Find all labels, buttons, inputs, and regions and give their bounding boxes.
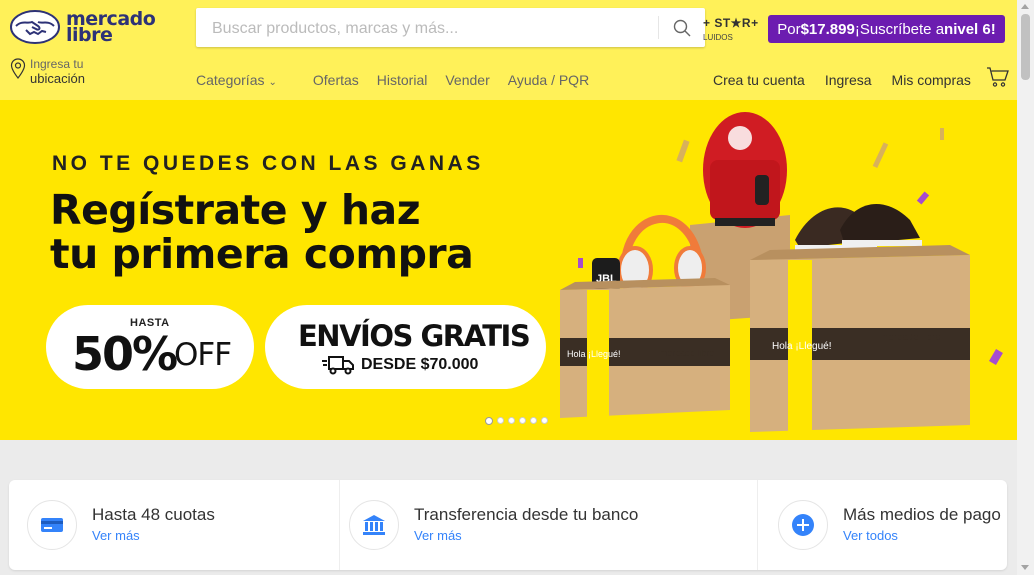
handshake-logo-icon — [10, 10, 60, 44]
search-input[interactable] — [210, 8, 654, 49]
carousel-dots — [485, 417, 552, 425]
free-shipping-subtitle: DESDE $70.000 — [361, 356, 479, 373]
carousel-dot-1[interactable] — [485, 417, 493, 425]
payment-installments[interactable]: Hasta 48 cuotas Ver más — [9, 480, 339, 570]
banner-title: Regístrate y haz tu primera compra — [50, 186, 474, 278]
page-scrollbar[interactable] — [1017, 0, 1034, 575]
payment-installments-link[interactable]: Ver más — [92, 528, 140, 543]
star-plus-sublabel: LUIDOS — [703, 33, 733, 42]
discount-off: OFF — [174, 337, 232, 373]
payment-methods-card: Hasta 48 cuotas Ver más Transferencia de… — [9, 480, 1007, 570]
promo-level: nivel 6 — [944, 20, 991, 38]
promo-price: $17.899 — [800, 20, 855, 38]
mercadolibre-logo[interactable]: mercado libre — [10, 10, 156, 45]
left-box: Hola ¡Llegué! mercado libre — [560, 278, 730, 418]
banner-title-line1: Regístrate y haz — [50, 186, 421, 234]
bank-icon — [349, 500, 399, 550]
discount-pill: HASTA 50% OFF — [46, 305, 254, 389]
sneakers-product — [795, 203, 922, 251]
search-bar — [196, 8, 705, 49]
carousel-dot-4[interactable] — [519, 417, 526, 424]
cart-icon[interactable] — [986, 66, 1010, 88]
location-selector[interactable]: Ingresa tu ubicación — [10, 58, 85, 87]
credit-card-icon — [27, 500, 77, 550]
banner-title-line2: tu primera compra — [50, 230, 474, 278]
chevron-down-icon: ⌄ — [268, 77, 277, 88]
payment-installments-title: Hasta 48 cuotas — [92, 505, 215, 524]
scroll-up-arrow-icon[interactable] — [1021, 4, 1029, 9]
search-icon — [673, 19, 691, 36]
payment-more-methods-title: Más medios de pago — [843, 505, 1001, 524]
hero-banner[interactable]: NO TE QUEDES CON LAS GANAS Regístrate y … — [0, 100, 1017, 440]
login-link[interactable]: Ingresa — [825, 72, 872, 88]
user-nav: Crea tu cuenta Ingresa Mis compras — [713, 72, 991, 88]
right-box: Hola ¡Llegué! mercado libre — [750, 245, 970, 432]
location-pin-icon — [10, 58, 26, 79]
star-plus-label: + ST★R+ — [703, 16, 759, 30]
my-purchases-link[interactable]: Mis compras — [892, 72, 971, 88]
products-illustration: JBL Hola ¡Llegué! mercado libre Hola ¡Ll… — [560, 112, 1003, 432]
payment-more-methods[interactable]: Más medios de pago Ver todos — [760, 480, 1007, 570]
carousel-dot-2[interactable] — [497, 417, 504, 424]
svg-text:mercado libre: mercado libre — [880, 332, 941, 343]
scrollbar-thumb[interactable] — [1021, 14, 1030, 80]
free-shipping-pill: ENVÍOS GRATIS DESDE $70.000 — [265, 305, 546, 389]
scroll-down-arrow-icon[interactable] — [1021, 565, 1029, 570]
free-shipping-title: ENVÍOS GRATIS — [298, 319, 531, 353]
svg-text:Hola ¡Llegué!: Hola ¡Llegué! — [567, 349, 621, 359]
promo-text: ¡Suscríbete a — [854, 20, 945, 38]
carousel-dot-6[interactable] — [541, 417, 548, 424]
payment-bank-transfer-link[interactable]: Ver más — [414, 528, 462, 543]
nav-historial[interactable]: Historial — [377, 72, 428, 88]
payment-bank-transfer[interactable]: Transferencia desde tu banco Ver más — [331, 480, 757, 570]
payment-more-methods-link[interactable]: Ver todos — [843, 528, 898, 543]
banner-kicker: NO TE QUEDES CON LAS GANAS — [52, 152, 484, 175]
location-value: ubicación — [30, 71, 85, 86]
location-hint: Ingresa tu — [30, 57, 84, 71]
svg-text:mercado libre: mercado libre — [660, 348, 715, 358]
carousel-dot-5[interactable] — [530, 417, 537, 424]
plus-circle-icon — [778, 500, 828, 550]
promo-prefix: Por — [777, 20, 801, 38]
logo-text: mercado libre — [66, 10, 156, 45]
nav-categorias-label: Categorías — [196, 72, 265, 88]
create-account-link[interactable]: Crea tu cuenta — [713, 72, 805, 88]
carousel-dot-3[interactable] — [508, 417, 515, 424]
air-fryer-product — [703, 112, 787, 228]
main-nav: Categorías ⌄ Ofertas Historial Vender Ayu… — [196, 72, 607, 88]
payment-bank-transfer-title: Transferencia desde tu banco — [414, 505, 639, 524]
discount-percent: 50% — [72, 327, 178, 381]
site-header: mercado libre + ST★R+ LUIDOS Por $17.899… — [0, 0, 1017, 100]
promo-suffix: ! — [990, 20, 996, 38]
nav-ayuda[interactable]: Ayuda / PQR — [508, 72, 589, 88]
nav-categorias[interactable]: Categorías ⌄ — [196, 72, 295, 88]
search-button[interactable] — [659, 8, 705, 47]
svg-text:Hola ¡Llegué!: Hola ¡Llegué! — [772, 341, 831, 352]
truck-icon — [322, 356, 354, 375]
star-plus-badge[interactable]: + ST★R+ LUIDOS — [703, 16, 763, 48]
subscription-promo-button[interactable]: Por $17.899 ¡Suscríbete a nivel 6 ! — [768, 15, 1005, 43]
nav-ofertas[interactable]: Ofertas — [313, 72, 359, 88]
nav-vender[interactable]: Vender — [445, 72, 489, 88]
payment-divider — [757, 480, 758, 570]
